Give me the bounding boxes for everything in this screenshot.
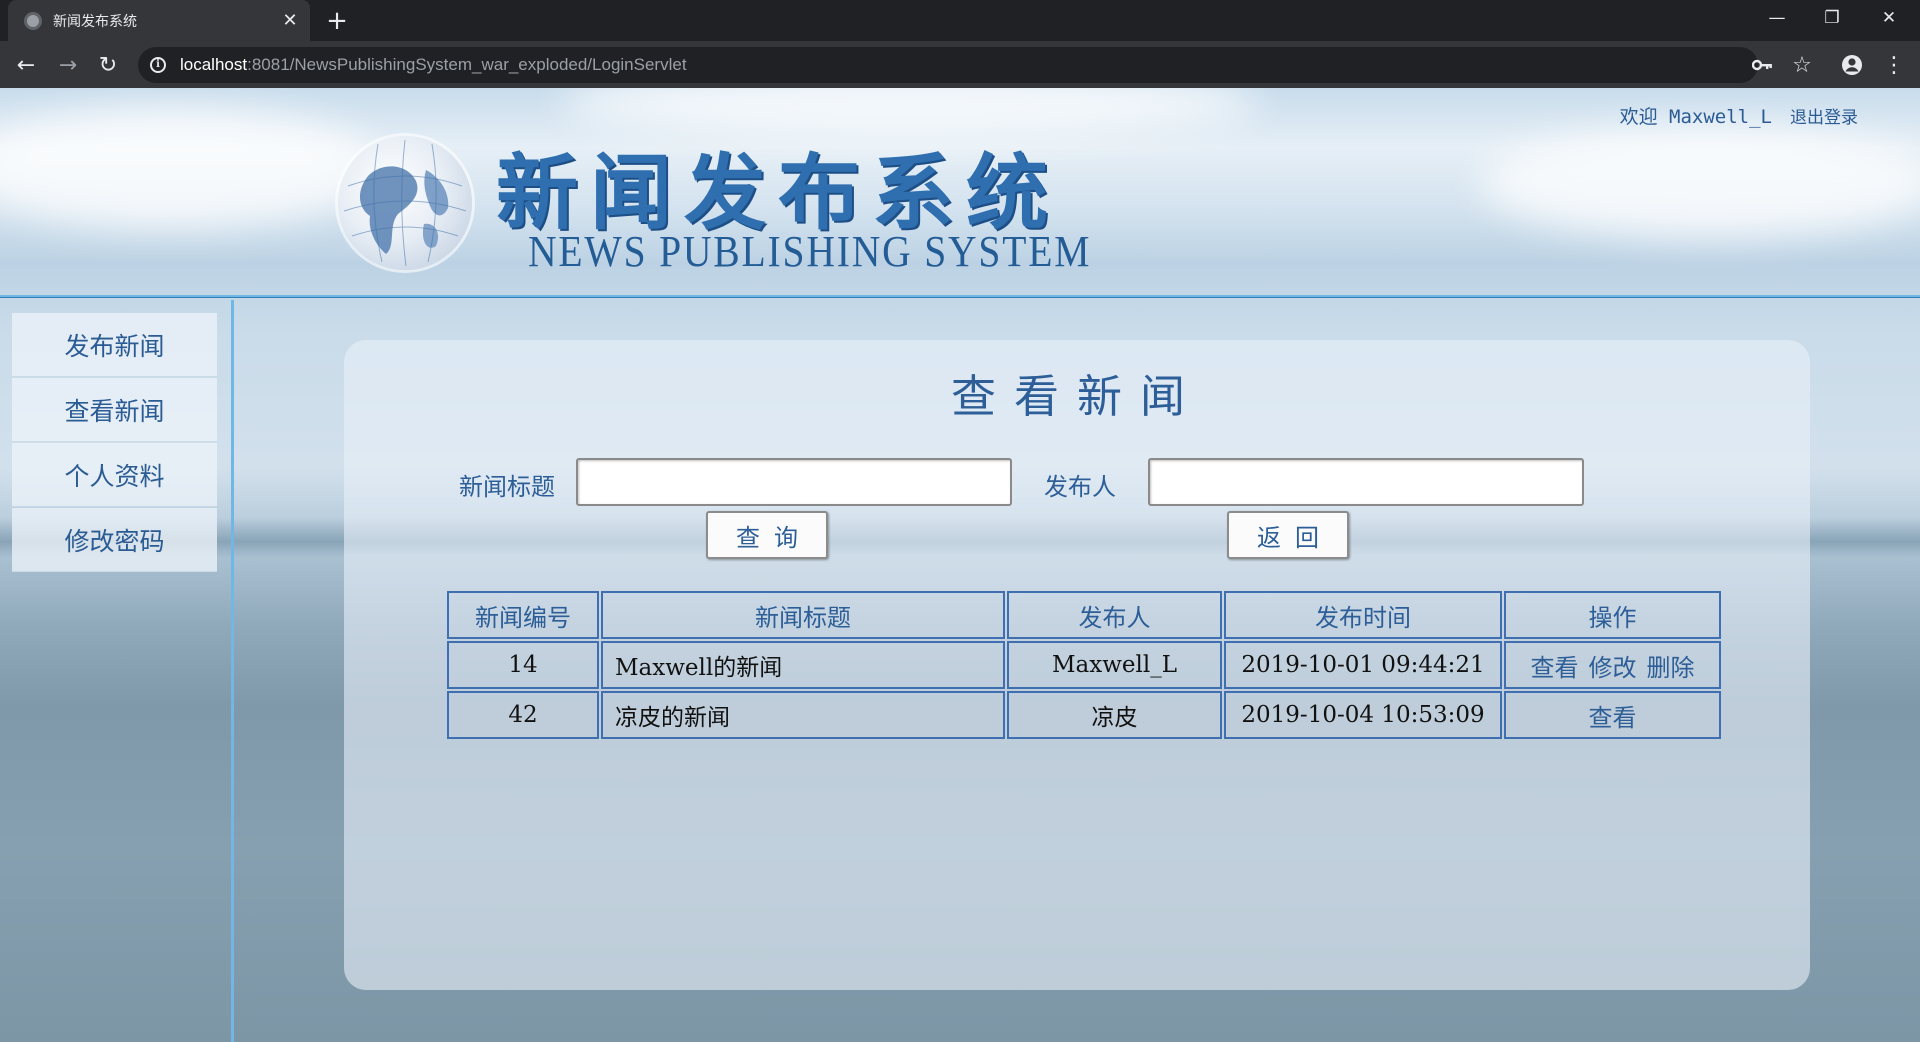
back-icon[interactable]: ← [10,49,42,81]
reload-icon[interactable]: ↻ [92,49,124,81]
browser-menu-icon[interactable]: ⋮ [1878,49,1910,81]
user-welcome: 欢迎 Maxwell_L 退出登录 [1620,102,1858,129]
table-header-row: 新闻编号 新闻标题 发布人 发布时间 操作 [447,591,1721,639]
publish-time-cell: 2019-10-01 09:44:21 [1224,641,1502,689]
news-id-cell: 14 [447,641,599,689]
edit-link[interactable]: 修改 [1589,654,1637,682]
url-path: :8081/NewsPublishingSystem_war_exploded/… [247,55,687,74]
sidebar-divider [231,300,234,1042]
bookmark-star-icon[interactable]: ☆ [1786,49,1818,81]
actions-cell: 查看 修改 删除 [1504,641,1721,689]
sidebar-item-profile[interactable]: 个人资料 [12,443,217,507]
logout-link[interactable]: 退出登录 [1790,103,1858,128]
sidebar-item-view-news[interactable]: 查看新闻 [12,378,217,442]
tab-title: 新闻发布系统 [53,13,137,30]
welcome-text: 欢迎 Maxwell_L [1620,102,1772,129]
browser-tab[interactable]: 新闻发布系统 ✕ [8,0,310,41]
address-bar[interactable]: i localhost:8081/NewsPublishingSystem_wa… [138,47,1758,83]
browser-tab-strip: 新闻发布系统 ✕ + — ❐ ✕ [0,0,1920,41]
publish-time-cell: 2019-10-04 10:53:09 [1224,691,1502,739]
globe-logo-icon [338,136,472,270]
column-header-publisher: 发布人 [1007,591,1222,639]
header-divider [0,295,1920,298]
url-host: localhost [180,55,248,74]
minimize-window-icon[interactable]: — [1750,0,1804,36]
close-window-icon[interactable]: ✕ [1862,0,1916,36]
forward-icon[interactable]: → [52,49,84,81]
publisher-label: 发布人 [1044,473,1116,501]
key-icon[interactable] [1746,49,1778,81]
table-row: 14 Maxwell的新闻 Maxwell_L 2019-10-01 09:44… [447,641,1721,689]
news-table: 新闻编号 新闻标题 发布人 发布时间 操作 14 Maxwell的新闻 Maxw… [445,589,1723,741]
column-header-title: 新闻标题 [601,591,1005,639]
url-text: localhost:8081/NewsPublishingSystem_war_… [180,55,687,75]
news-title-label: 新闻标题 [459,473,555,501]
publisher-cell: Maxwell_L [1007,641,1222,689]
page-title: 查看新闻 [950,370,1203,423]
table-row: 42 凉皮的新闻 凉皮 2019-10-04 10:53:09 查看 [447,691,1721,739]
new-tab-icon[interactable]: + [322,6,352,36]
restore-window-icon[interactable]: ❐ [1805,0,1859,36]
actions-cell: 查看 [1504,691,1721,739]
back-button[interactable]: 返回 [1227,511,1349,559]
username: Maxwell_L [1669,106,1772,128]
view-link[interactable]: 查看 [1531,654,1579,682]
news-title-cell: 凉皮的新闻 [601,691,1005,739]
welcome-label: 欢迎 [1619,106,1658,128]
sidebar-item-change-password[interactable]: 修改密码 [12,508,217,572]
page-content: 欢迎 Maxwell_L 退出登录 新闻发布系统 NEWS PUBLISHING… [0,88,1920,1042]
site-info-icon[interactable]: i [150,57,166,73]
main-panel: 查看新闻 新闻标题 发布人 查询 返回 新闻编号 新闻标题 发布人 发布时间 操… [344,340,1810,990]
view-link[interactable]: 查看 [1589,704,1637,732]
news-title-cell: Maxwell的新闻 [601,641,1005,689]
delete-link[interactable]: 删除 [1647,654,1695,682]
background-cloud [0,108,380,228]
background-cloud [1480,128,1920,238]
page-favicon-icon [24,11,42,30]
sidebar-item-publish-news[interactable]: 发布新闻 [12,313,217,377]
sidebar-menu: 发布新闻 查看新闻 个人资料 修改密码 [12,313,217,573]
query-button[interactable]: 查询 [706,511,828,559]
publisher-input[interactable] [1148,458,1584,506]
column-header-id: 新闻编号 [447,591,599,639]
close-tab-icon[interactable]: ✕ [276,7,304,35]
news-id-cell: 42 [447,691,599,739]
publisher-cell: 凉皮 [1007,691,1222,739]
logo-title-en: NEWS PUBLISHING SYSTEM [528,227,1092,276]
column-header-actions: 操作 [1504,591,1721,639]
news-title-input[interactable] [576,458,1012,506]
browser-toolbar: ← → ↻ i localhost:8081/NewsPublishingSys… [0,41,1920,88]
column-header-time: 发布时间 [1224,591,1502,639]
profile-avatar-icon[interactable] [1836,49,1868,81]
